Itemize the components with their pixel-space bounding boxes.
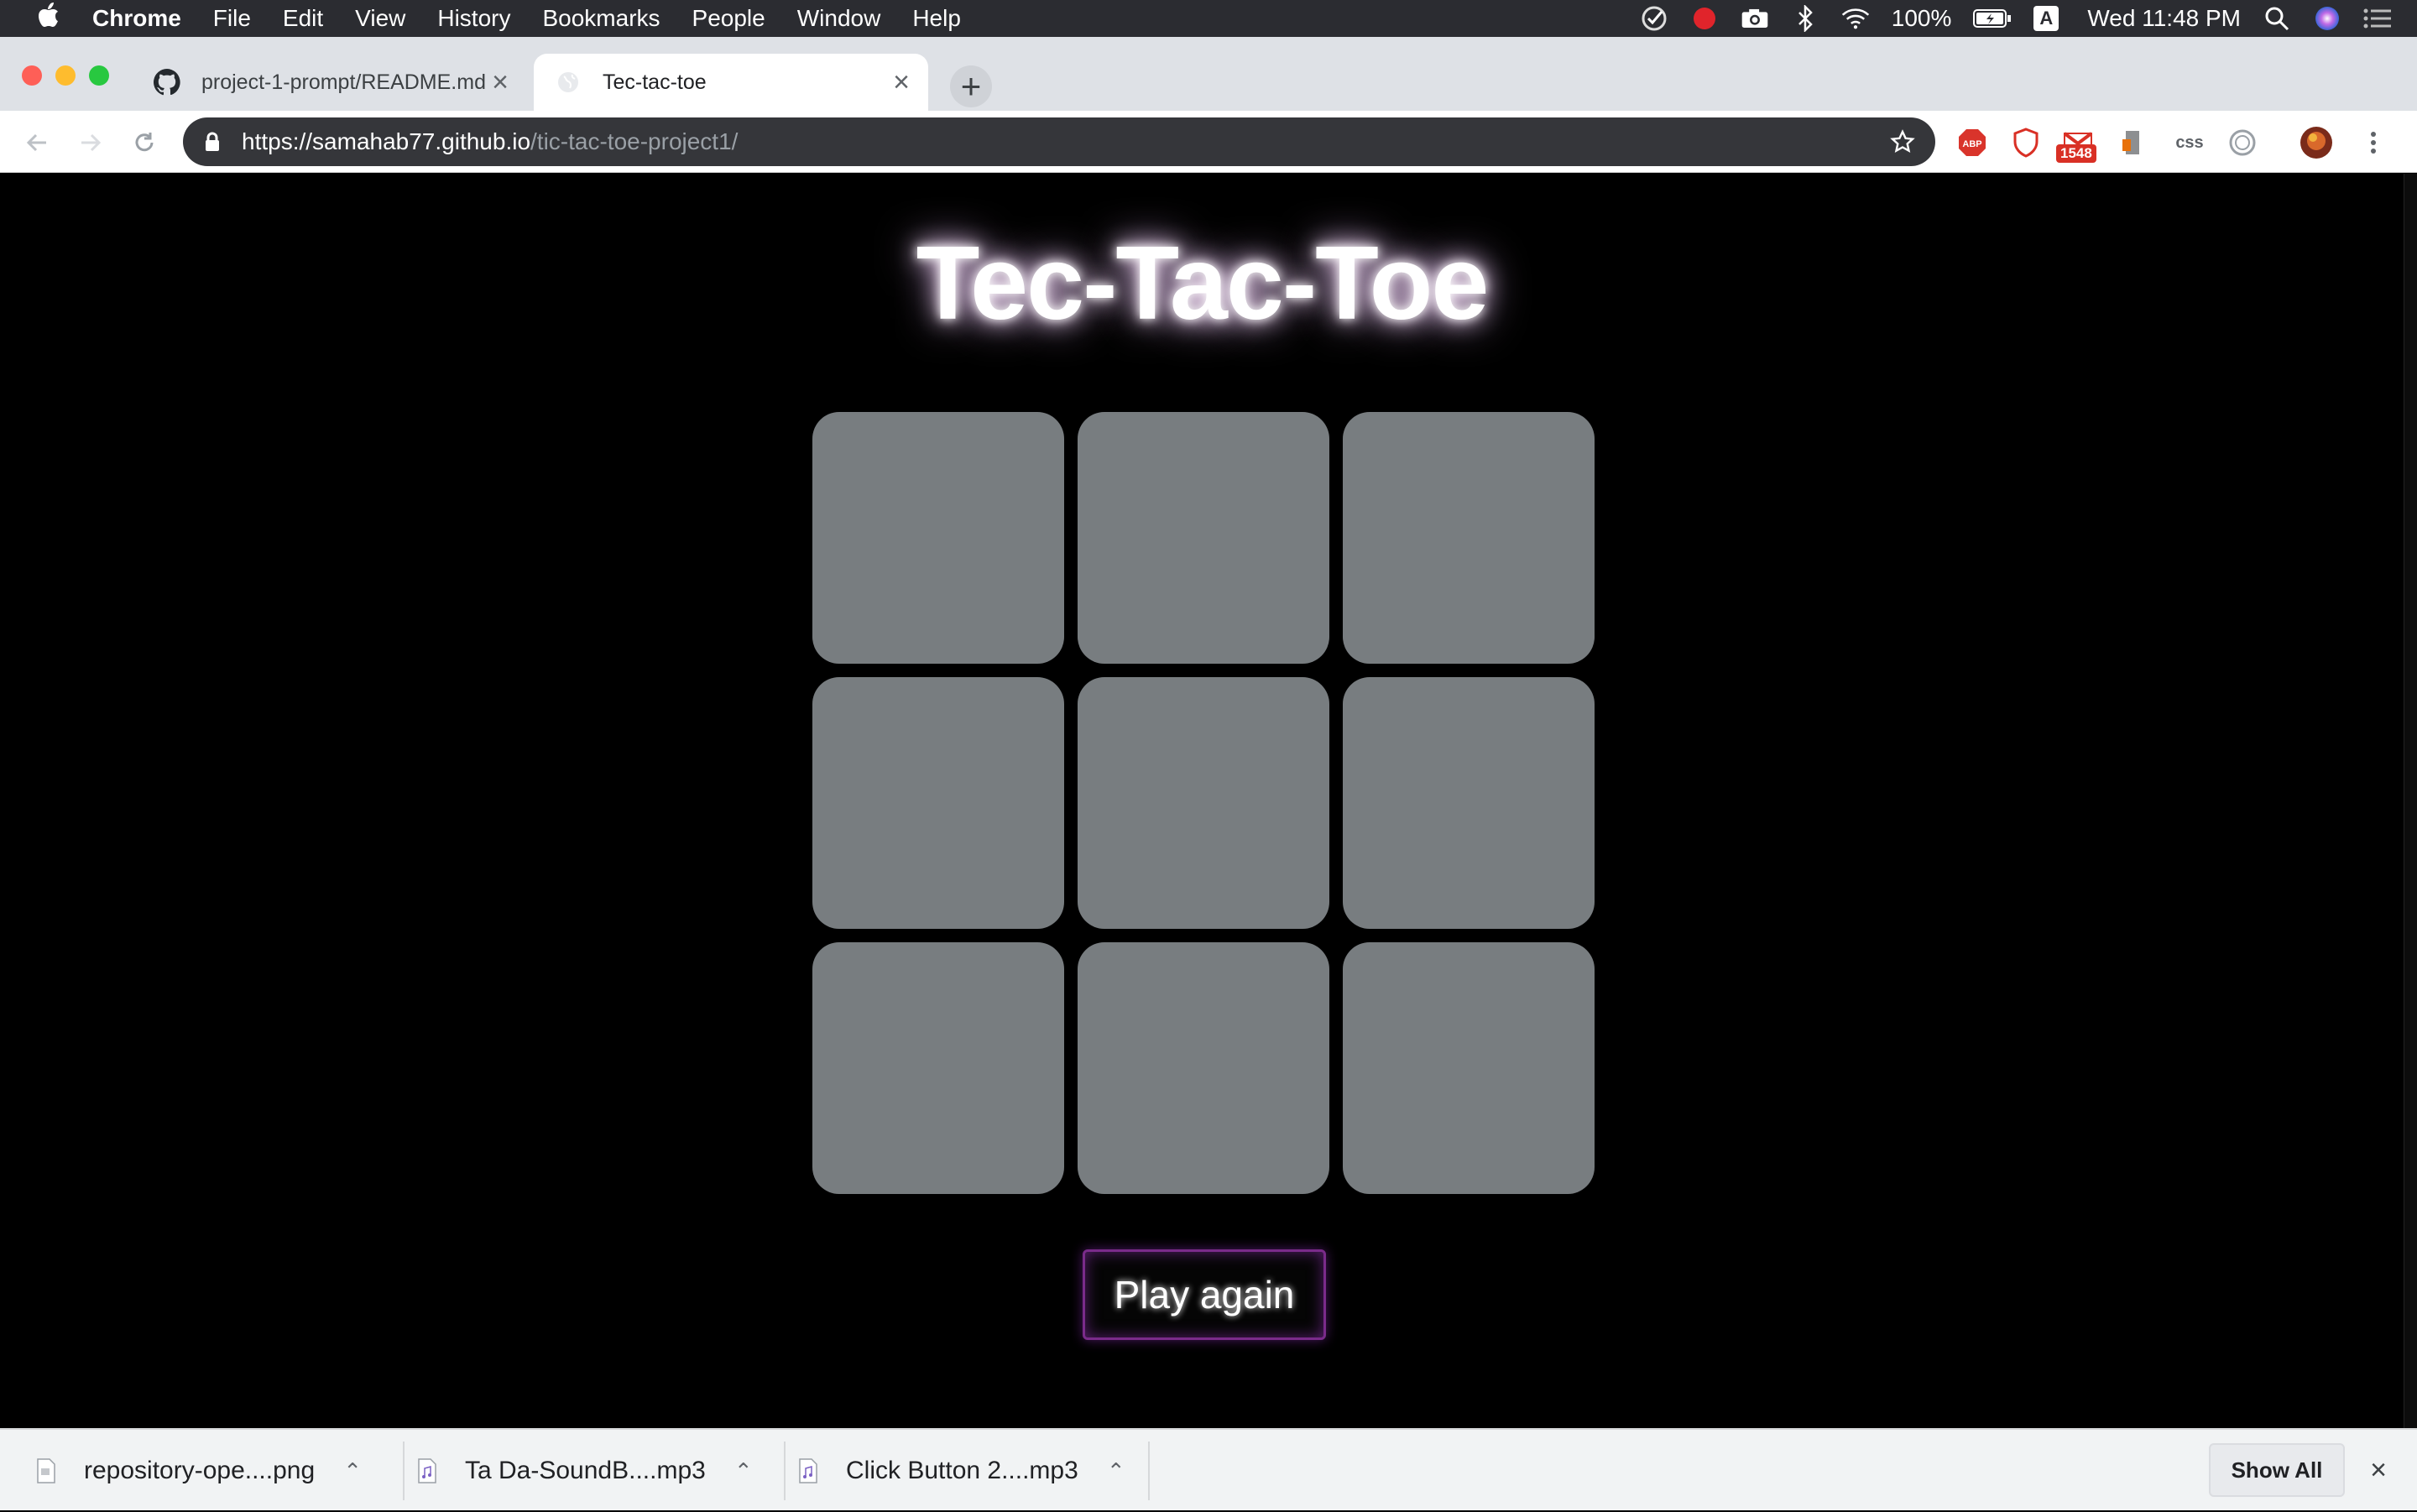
- tab-readme[interactable]: project-1-prompt/README.md ×: [133, 54, 527, 111]
- page-scrollbar[interactable]: [2404, 174, 2417, 1428]
- macos-menu-bar: Chrome File Edit View History Bookmarks …: [0, 0, 2417, 37]
- document-extension-icon[interactable]: [2115, 126, 2148, 159]
- board-cell-4[interactable]: [812, 677, 1064, 929]
- lock-icon[interactable]: [200, 132, 225, 152]
- url-host: https://samahab77.github.io: [242, 128, 531, 154]
- battery-percent: 100%: [1891, 5, 1952, 31]
- menu-history[interactable]: History: [437, 5, 510, 32]
- image-file-icon: [34, 1455, 59, 1487]
- board-cell-2[interactable]: [1078, 412, 1329, 664]
- globe-icon: [554, 68, 582, 96]
- github-icon: [153, 68, 181, 96]
- download-filename: repository-ope....png: [84, 1457, 316, 1484]
- chevron-up-icon[interactable]: ⌃: [1104, 1458, 1129, 1484]
- profile-avatar[interactable]: [2300, 126, 2333, 159]
- divider: [403, 1442, 405, 1500]
- address-bar[interactable]: https://samahab77.github.io/tic-tac-toe-…: [183, 117, 1935, 166]
- menu-file[interactable]: File: [213, 5, 251, 32]
- downloads-bar: repository-ope....png ⌃ Ta Da-SoundB....…: [0, 1428, 2417, 1510]
- window-close-button[interactable]: [22, 65, 42, 86]
- bookmark-star-icon[interactable]: [1888, 128, 1917, 156]
- chevron-up-icon[interactable]: ⌃: [731, 1458, 756, 1484]
- menu-edit[interactable]: Edit: [283, 5, 323, 32]
- spotlight-search-icon[interactable]: [2263, 4, 2291, 33]
- board-cell-7[interactable]: [812, 942, 1064, 1194]
- tab-title: project-1-prompt/README.md: [201, 70, 485, 94]
- battery-icon[interactable]: [1973, 4, 2012, 33]
- browser-toolbar: https://samahab77.github.io/tic-tac-toe-…: [0, 111, 2417, 173]
- menu-bookmarks[interactable]: Bookmarks: [542, 5, 660, 32]
- bluetooth-icon[interactable]: [1791, 4, 1819, 33]
- menu-app-chrome[interactable]: Chrome: [92, 5, 181, 32]
- menu-window[interactable]: Window: [797, 5, 881, 32]
- board-cell-3[interactable]: [1343, 412, 1595, 664]
- checkmark-status-icon[interactable]: [1640, 4, 1668, 33]
- board-cell-9[interactable]: [1343, 942, 1595, 1194]
- board-cell-6[interactable]: [1343, 677, 1595, 929]
- browser-tab-strip: project-1-prompt/README.md × Tec-tac-toe…: [0, 37, 2417, 111]
- divider: [1148, 1442, 1150, 1500]
- adblock-plus-icon[interactable]: ABP: [1955, 126, 1989, 159]
- board-cell-1[interactable]: [812, 412, 1064, 664]
- audio-file-icon: [415, 1455, 440, 1487]
- cookie-circle-icon[interactable]: [2226, 126, 2259, 159]
- tab-close-icon[interactable]: ×: [886, 66, 916, 98]
- download-item[interactable]: Ta Da-SoundB....mp3 ⌃: [415, 1430, 756, 1512]
- css-extension-icon[interactable]: css: [2169, 126, 2211, 159]
- reload-icon[interactable]: [128, 126, 161, 159]
- record-icon[interactable]: [1690, 4, 1719, 33]
- close-icon[interactable]: ×: [2362, 1453, 2395, 1487]
- download-item[interactable]: repository-ope....png ⌃: [34, 1430, 365, 1512]
- audio-file-icon: [796, 1455, 821, 1487]
- game-title: Tec-Tac-Toe: [916, 226, 1490, 342]
- camera-icon[interactable]: [1741, 4, 1769, 33]
- gmail-unread-badge: 1548: [2056, 144, 2096, 163]
- siri-icon[interactable]: [2313, 4, 2341, 33]
- back-arrow-icon[interactable]: [20, 126, 54, 159]
- chevron-up-icon[interactable]: ⌃: [340, 1458, 365, 1484]
- tab-title: Tec-tac-toe: [603, 70, 707, 94]
- game-board: [812, 412, 1595, 1194]
- menu-help[interactable]: Help: [912, 5, 961, 32]
- tab-tec-tac-toe[interactable]: Tec-tac-toe ×: [534, 54, 928, 111]
- play-again-button[interactable]: Play again: [1083, 1249, 1326, 1340]
- shield-icon[interactable]: [2009, 126, 2043, 159]
- download-item[interactable]: Click Button 2....mp3 ⌃: [796, 1430, 1129, 1512]
- wifi-icon[interactable]: [1841, 4, 1870, 33]
- menu-people[interactable]: People: [692, 5, 765, 32]
- menu-view[interactable]: View: [355, 5, 405, 32]
- download-filename: Ta Da-SoundB....mp3: [465, 1457, 706, 1484]
- url-path: /tic-tac-toe-project1/: [530, 128, 739, 154]
- forward-arrow-icon[interactable]: [74, 126, 107, 159]
- menubar-clock[interactable]: Wed 11:48 PM: [2087, 5, 2241, 32]
- show-all-downloads-button[interactable]: Show All: [2209, 1443, 2345, 1497]
- notification-center-icon[interactable]: [2363, 4, 2392, 33]
- new-tab-button[interactable]: +: [950, 65, 992, 107]
- tab-close-icon[interactable]: ×: [485, 66, 515, 98]
- chrome-menu-icon[interactable]: [2357, 126, 2390, 159]
- board-cell-5[interactable]: [1078, 677, 1329, 929]
- apple-menu-icon[interactable]: [30, 3, 67, 34]
- window-zoom-button[interactable]: [89, 65, 109, 86]
- window-minimize-button[interactable]: [55, 65, 76, 86]
- divider: [784, 1442, 786, 1500]
- svg-text:ABP: ABP: [1962, 139, 1981, 149]
- page-viewport: Tec-Tac-Toe Play again: [0, 174, 2404, 1428]
- download-filename: Click Button 2....mp3: [846, 1457, 1078, 1484]
- board-cell-8[interactable]: [1078, 942, 1329, 1194]
- input-source-icon[interactable]: A: [2033, 6, 2059, 31]
